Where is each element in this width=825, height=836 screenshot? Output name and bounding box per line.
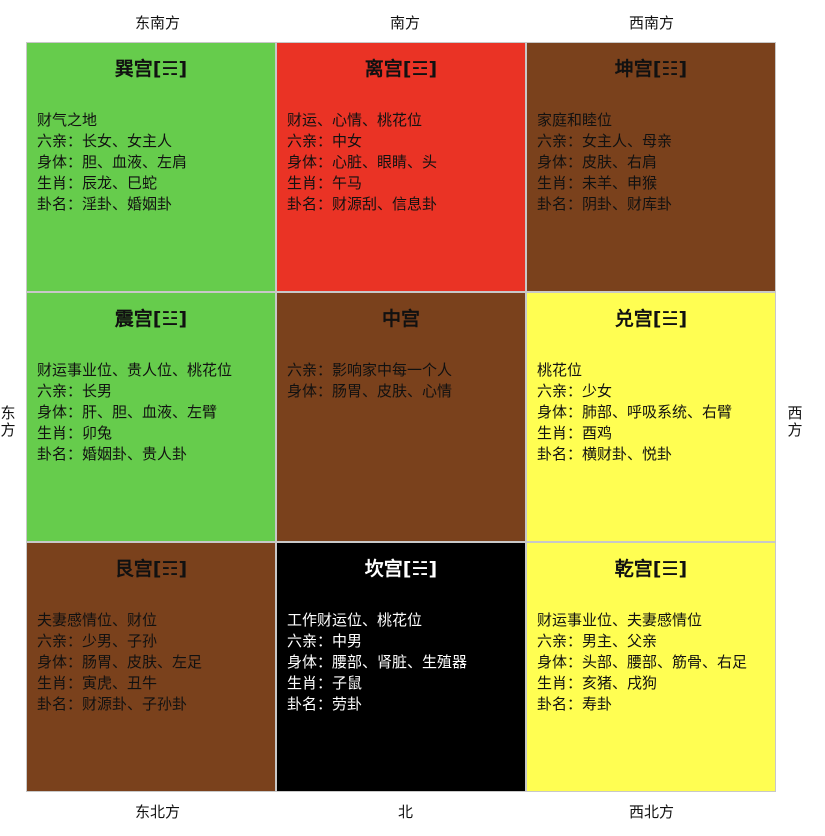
- palace-kun: 坤宫[☷] 家庭和睦位 六亲：女主人、母亲 身体：皮肤、右肩 生肖：未羊、申猴 …: [526, 42, 776, 292]
- palace-line: 卦名：婚姻卦、贵人卦: [37, 445, 188, 463]
- palace-line: 六亲：长女、女主人: [37, 132, 173, 150]
- palace-line: 桃花位: [537, 361, 583, 379]
- palace-line: 生肖：辰龙、巳蛇: [37, 174, 158, 192]
- palace-line: 财运、心情、桃花位: [287, 111, 423, 129]
- direction-west: 西方: [787, 404, 803, 439]
- palace-line: 六亲：中女: [287, 132, 363, 150]
- direction-east: 东方: [0, 404, 16, 439]
- palace-line: 家庭和睦位: [537, 111, 613, 129]
- palace-line: 卦名：财源刮、信息卦: [287, 195, 438, 213]
- palace-title: 坤宫[☷]: [614, 58, 688, 80]
- palace-line: 生肖：未羊、申猴: [537, 174, 658, 192]
- palace-line: 六亲：长男: [37, 382, 113, 400]
- palace-title: 兑宫[☱]: [614, 308, 688, 330]
- palace-line: 生肖：酉鸡: [537, 424, 613, 442]
- palace-line: 卦名：劳卦: [287, 695, 363, 713]
- palace-title: 震宫[☳]: [114, 308, 188, 330]
- palace-line: 卦名：横财卦、悦卦: [537, 445, 673, 463]
- direction-southeast: 东南方: [135, 14, 181, 32]
- palace-line: 卦名：阴卦、财库卦: [537, 195, 673, 213]
- palace-line: 身体：肝、胆、血液、左臂: [37, 403, 218, 421]
- palace-line: 财运事业位、贵人位、桃花位: [37, 361, 233, 379]
- direction-southwest: 西南方: [629, 14, 675, 32]
- palace-line: 六亲：中男: [287, 632, 363, 650]
- palace-title: 巽宫[☴]: [114, 58, 188, 80]
- palace-line: 六亲：少男、子孙: [37, 632, 158, 650]
- palace-lines: 六亲：影响家中每一个人 身体：肠胃、皮肤、心情: [287, 360, 515, 402]
- palace-line: 身体：肠胃、皮肤、心情: [287, 382, 453, 400]
- palace-line: 卦名：财源卦、子孙卦: [37, 695, 188, 713]
- palace-title: 坎宫[☵]: [364, 558, 438, 580]
- palace-line: 卦名：寿卦: [537, 695, 613, 713]
- palace-line: 身体：胆、血液、左肩: [37, 153, 188, 171]
- palace-qian: 乾宫[☰] 财运事业位、夫妻感情位 六亲：男主、父亲 身体：头部、腰部、筋骨、右…: [526, 542, 776, 792]
- palace-line: 六亲：少女: [537, 382, 613, 400]
- palace-title: 艮宫[☶]: [114, 558, 188, 580]
- palace-line: 身体：皮肤、右肩: [537, 153, 658, 171]
- palace-line: 生肖：寅虎、丑牛: [37, 674, 158, 692]
- direction-northeast: 东北方: [135, 803, 181, 821]
- palace-line: 生肖：子鼠: [287, 674, 363, 692]
- palace-line: 六亲：女主人、母亲: [537, 132, 673, 150]
- palace-line: 卦名：淫卦、婚姻卦: [37, 195, 173, 213]
- palace-line: 工作财运位、桃花位: [287, 611, 423, 629]
- palace-dui: 兑宫[☱] 桃花位 六亲：少女 身体：肺部、呼吸系统、右臂 生肖：酉鸡 卦名：横…: [526, 292, 776, 542]
- palace-gen: 艮宫[☶] 夫妻感情位、财位 六亲：少男、子孙 身体：肠胃、皮肤、左足 生肖：寅…: [26, 542, 276, 792]
- palace-line: 身体：心脏、眼睛、头: [287, 153, 438, 171]
- palace-line: 财气之地: [37, 111, 98, 129]
- palace-lines: 桃花位 六亲：少女 身体：肺部、呼吸系统、右臂 生肖：酉鸡 卦名：横财卦、悦卦: [537, 360, 765, 465]
- palace-line: 生肖：午马: [287, 174, 363, 192]
- palace-line: 六亲：男主、父亲: [537, 632, 658, 650]
- palace-line: 身体：腰部、肾脏、生殖器: [287, 653, 468, 671]
- palace-line: 身体：头部、腰部、筋骨、右足: [537, 653, 748, 671]
- direction-north: 北: [398, 803, 414, 821]
- palace-title: 乾宫[☰]: [614, 558, 688, 580]
- palace-line: 生肖：亥猪、戌狗: [537, 674, 658, 692]
- palace-lines: 财运事业位、夫妻感情位 六亲：男主、父亲 身体：头部、腰部、筋骨、右足 生肖：亥…: [537, 610, 765, 715]
- direction-northwest: 西北方: [629, 803, 675, 821]
- palace-lines: 夫妻感情位、财位 六亲：少男、子孙 身体：肠胃、皮肤、左足 生肖：寅虎、丑牛 卦…: [37, 610, 265, 715]
- palace-lines: 家庭和睦位 六亲：女主人、母亲 身体：皮肤、右肩 生肖：未羊、申猴 卦名：阴卦、…: [537, 110, 765, 215]
- palace-line: 身体：肺部、呼吸系统、右臂: [537, 403, 733, 421]
- palace-xun: 巽宫[☴] 财气之地 六亲：长女、女主人 身体：胆、血液、左肩 生肖：辰龙、巳蛇…: [26, 42, 276, 292]
- palace-line: 生肖：卯兔: [37, 424, 113, 442]
- palace-title: 中宫: [381, 308, 420, 330]
- palace-lines: 工作财运位、桃花位 六亲：中男 身体：腰部、肾脏、生殖器 生肖：子鼠 卦名：劳卦: [287, 610, 515, 715]
- palace-lines: 财运事业位、贵人位、桃花位 六亲：长男 身体：肝、胆、血液、左臂 生肖：卯兔 卦…: [37, 360, 265, 465]
- palace-lines: 财运、心情、桃花位 六亲：中女 身体：心脏、眼睛、头 生肖：午马 卦名：财源刮、…: [287, 110, 515, 215]
- palace-zhen: 震宫[☳] 财运事业位、贵人位、桃花位 六亲：长男 身体：肝、胆、血液、左臂 生…: [26, 292, 276, 542]
- palace-line: 六亲：影响家中每一个人: [287, 361, 453, 379]
- palace-li: 离宫[☲] 财运、心情、桃花位 六亲：中女 身体：心脏、眼睛、头 生肖：午马 卦…: [276, 42, 526, 292]
- palace-line: 身体：肠胃、皮肤、左足: [37, 653, 203, 671]
- palace-line: 夫妻感情位、财位: [37, 611, 158, 629]
- direction-south: 南方: [390, 14, 421, 32]
- bagua-grid: 巽宫[☴] 财气之地 六亲：长女、女主人 身体：胆、血液、左肩 生肖：辰龙、巳蛇…: [26, 42, 776, 792]
- palace-line: 财运事业位、夫妻感情位: [537, 611, 703, 629]
- palace-kan: 坎宫[☵] 工作财运位、桃花位 六亲：中男 身体：腰部、肾脏、生殖器 生肖：子鼠…: [276, 542, 526, 792]
- palace-center: 中宫 六亲：影响家中每一个人 身体：肠胃、皮肤、心情: [276, 292, 526, 542]
- palace-lines: 财气之地 六亲：长女、女主人 身体：胆、血液、左肩 生肖：辰龙、巳蛇 卦名：淫卦…: [37, 110, 265, 215]
- palace-title: 离宫[☲]: [364, 58, 438, 80]
